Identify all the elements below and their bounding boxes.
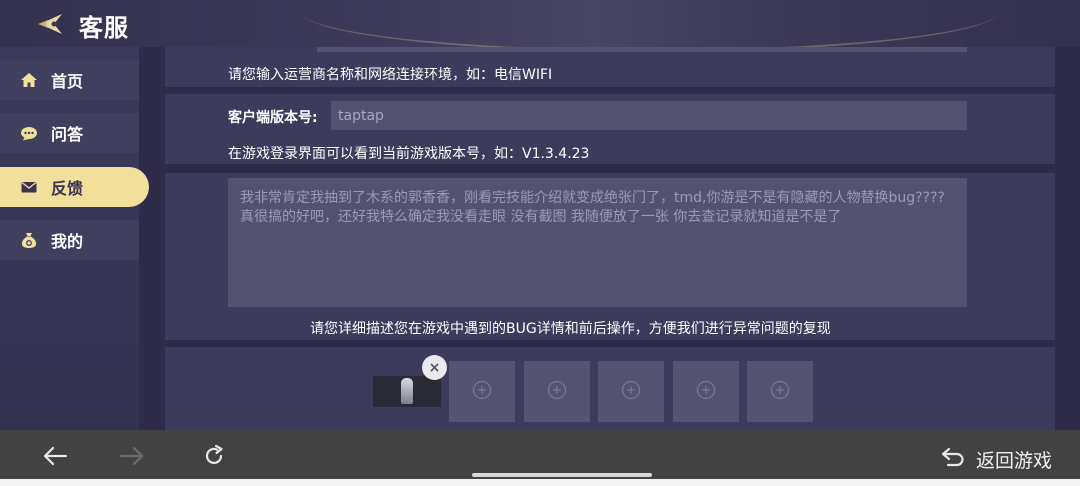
network-hint: 请您输入运营商名称和网络连接环境，如：电信WIFI [228,67,553,83]
description-hint: 请您详细描述您在游戏中遇到的BUG详情和前后操作，方便我们进行异常问题的复现 [310,321,831,337]
arrow-right-icon [119,445,145,471]
refresh-icon [202,444,226,472]
thumbnail-figure [401,378,413,404]
return-arrow-icon [940,446,966,472]
sidebar-item-label: 反馈 [51,179,84,198]
forward-button[interactable] [117,444,147,472]
sidebar-item-mine[interactable]: 我的 [0,220,139,260]
network-input[interactable] [317,47,967,52]
return-to-game-label: 返回游戏 [976,449,1053,472]
attachment-thumbnail[interactable] [373,376,441,407]
home-indicator[interactable] [472,473,652,477]
sidebar-item-label: 首页 [51,72,84,91]
network-panel: 请您输入运营商名称和网络连接环境，如：电信WIFI [165,47,1055,87]
version-label: 客户端版本号: [228,110,318,126]
description-textarea[interactable]: 我非常肯定我抽到了木系的郭香香，刚看完技能介绍就变成绝张门了，tmd,你游是不是… [228,178,967,307]
return-to-game-button[interactable]: 返回游戏 [940,446,1052,472]
system-edge [0,479,1080,486]
bottom-nav-bar: 返回游戏 [0,430,1080,486]
header-decoration [300,0,1000,47]
plus-circle-icon [770,380,790,404]
page-title: 客服 [79,14,129,42]
arrow-left-icon [42,445,68,471]
refresh-button[interactable] [199,444,229,472]
version-hint: 在游戏登录界面可以看到当前游戏版本号，如：V1.3.4.23 [228,146,590,162]
winged-emblem-icon [36,8,68,40]
home-icon [20,71,38,89]
sidebar-item-feedback[interactable]: 反馈 [0,167,149,207]
sidebar-item-label: 问答 [51,125,84,144]
back-button[interactable] [40,444,70,472]
sidebar-item-qa[interactable]: 问答 [0,113,139,153]
add-image-slot[interactable] [524,361,590,422]
sidebar: 首页 问答 反馈 我的 [0,47,149,430]
plus-circle-icon [547,380,567,404]
chat-bubble-icon [20,124,38,142]
feedback-form: 请您输入运营商名称和网络连接环境，如：电信WIFI 客户端版本号: taptap… [165,47,1055,430]
sidebar-item-label: 我的 [51,232,84,251]
remove-attachment-button[interactable]: × [422,355,447,380]
header-bar: 客服 [0,0,1080,47]
description-panel: 我非常肯定我抽到了木系的郭香香，刚看完技能介绍就变成绝张门了，tmd,你游是不是… [165,173,1055,340]
plus-circle-icon [696,380,716,404]
add-image-slot[interactable] [598,361,664,422]
add-image-slot[interactable] [673,361,739,422]
add-image-slot[interactable] [747,361,813,422]
version-panel: 客户端版本号: taptap 在游戏登录界面可以看到当前游戏版本号，如：V1.3… [165,94,1055,164]
plus-circle-icon [621,380,641,404]
sidebar-item-home[interactable]: 首页 [0,60,139,100]
plus-circle-icon [472,380,492,404]
version-input[interactable]: taptap [331,101,967,130]
envelope-icon [20,178,38,196]
money-bag-icon [20,231,38,249]
add-image-slot[interactable] [449,361,515,422]
